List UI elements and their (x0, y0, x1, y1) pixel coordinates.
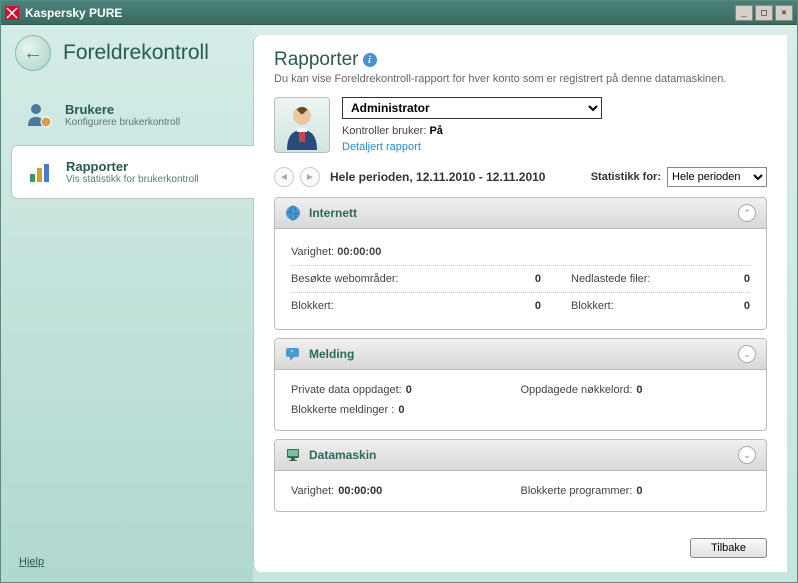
footer: Tilbake (690, 538, 767, 558)
nav-item-subtitle: Konfigurere brukerkontroll (65, 117, 180, 128)
status-label: Kontroller bruker: (342, 125, 426, 137)
period-text: Hele perioden, 12.11.2010 - 12.11.2010 (330, 170, 545, 184)
globe-icon (285, 205, 301, 221)
status-value: På (429, 125, 442, 137)
duration-label: Varighet: 00:00:00 (291, 246, 491, 258)
section-header-left: Internett (285, 205, 357, 221)
monitor-icon (285, 447, 301, 463)
info-icon[interactable]: i (363, 53, 377, 67)
page-title: Rapporter (274, 49, 359, 71)
blocked-msg-label: Blokkerte meldinger : (291, 404, 394, 416)
section-body: Private data oppdaget: 0 Oppdagede nøkke… (275, 370, 766, 430)
page-description: Du kan vise Foreldrekontroll-rapport for… (274, 73, 767, 85)
minimize-button[interactable]: _ (735, 5, 753, 21)
sidebar-item-users[interactable]: Brukere Konfigurere brukerkontroll (11, 89, 253, 141)
section-header: Datamaskin ⌄ (275, 440, 766, 471)
keywords-label: Oppdagede nøkkelord: (521, 384, 633, 396)
section-header-left: " Melding (285, 346, 354, 362)
stat-for-label: Statistikk for: (591, 171, 661, 183)
back-footer-button[interactable]: Tilbake (690, 538, 767, 558)
user-row: Administrator Kontroller bruker: På Deta… (274, 97, 767, 153)
app-window: Kaspersky PURE _ □ ✕ ← Foreldrekontroll … (0, 0, 798, 583)
period-nav: ◄ ► Hele perioden, 12.11.2010 - 12.11.20… (274, 167, 545, 187)
blocked-value: 0 (491, 300, 541, 312)
period-next-button[interactable]: ► (300, 167, 320, 187)
collapse-button[interactable]: ⌃ (738, 204, 756, 222)
blocked-msg-value: 0 (398, 404, 404, 416)
blocked-prog-label: Blokkerte programmer: (521, 485, 633, 497)
section-header: " Melding ⌄ (275, 339, 766, 370)
section-body: Varighet: 00:00:00 Besøkte webområder: 0… (275, 229, 766, 329)
downloads-value: 0 (701, 273, 750, 285)
stat-row: Besøkte webområder: 0 Nedlastede filer: … (291, 266, 750, 293)
titlebar: Kaspersky PURE _ □ ✕ (1, 1, 797, 25)
stat-row: Varighet: 00:00:00 (291, 239, 750, 266)
user-select[interactable]: Administrator (342, 97, 602, 119)
private-label: Private data oppdaget: (291, 384, 402, 396)
stat-row: Private data oppdaget: 0 Oppdagede nøkke… (291, 380, 750, 400)
private-value: 0 (406, 384, 412, 396)
collapse-button[interactable]: ⌄ (738, 345, 756, 363)
user-info: Administrator Kontroller bruker: På Deta… (342, 97, 767, 153)
titlebar-left: Kaspersky PURE (5, 6, 122, 20)
visited-value: 0 (491, 273, 541, 285)
chart-icon (24, 156, 56, 188)
nav-text: Rapporter Vis statistikk for brukerkontr… (66, 159, 199, 185)
period-bar: ◄ ► Hele perioden, 12.11.2010 - 12.11.20… (274, 167, 767, 187)
blocked-prog-value: 0 (636, 485, 642, 497)
period-prev-button[interactable]: ◄ (274, 167, 294, 187)
body: ← Foreldrekontroll Brukere Konfigurere b… (1, 25, 797, 582)
stat-row: Blokkert: 0 Blokkert: 0 (291, 293, 750, 319)
comp-duration-label: Varighet: (291, 485, 334, 497)
section-computer: Datamaskin ⌄ Varighet: 00:00:00 Blokkert… (274, 439, 767, 512)
window-title: Kaspersky PURE (25, 6, 122, 20)
app-logo-icon (5, 6, 19, 20)
help-link[interactable]: Hjelp (19, 556, 44, 568)
section-body: Varighet: 00:00:00 Blokkerte programmer:… (275, 471, 766, 511)
section-messaging: " Melding ⌄ Private data oppdaget: 0 Opp… (274, 338, 767, 431)
section-title: Melding (309, 347, 354, 361)
chat-icon: " (285, 346, 301, 362)
nav-item-title: Rapporter (66, 159, 199, 174)
section-internet: Internett ⌃ Varighet: 00:00:00 Besøkte w… (274, 197, 767, 330)
collapse-button[interactable]: ⌄ (738, 446, 756, 464)
window-controls: _ □ ✕ (735, 5, 793, 21)
arrow-left-icon: ← (23, 42, 43, 65)
downloads-label: Nedlastede filer: (541, 273, 701, 285)
keywords-value: 0 (636, 384, 642, 396)
section-title: Internett (309, 206, 357, 220)
blocked-label: Blokkert: (291, 300, 491, 312)
sidebar-item-reports[interactable]: Rapporter Vis statistikk for brukerkontr… (11, 145, 254, 199)
detail-report-link[interactable]: Detaljert rapport (342, 141, 421, 153)
visited-label: Besøkte webområder: (291, 273, 491, 285)
page-title-row: Rapporter i (274, 49, 767, 71)
stat-row: Blokkerte meldinger : 0 (291, 400, 750, 420)
blocked2-value: 0 (701, 300, 750, 312)
user-status: Kontroller bruker: På (342, 125, 767, 137)
period-select[interactable]: Hele perioden (667, 167, 767, 187)
page-header: Rapporter i Du kan vise Foreldrekontroll… (274, 49, 767, 85)
sidebar: ← Foreldrekontroll Brukere Konfigurere b… (1, 25, 253, 582)
breadcrumb: ← Foreldrekontroll (11, 35, 253, 71)
period-filter: Statistikk for: Hele perioden (591, 167, 767, 187)
back-button[interactable]: ← (15, 35, 51, 71)
comp-duration-value: 00:00:00 (338, 485, 382, 497)
nav-text: Brukere Konfigurere brukerkontroll (65, 102, 180, 128)
section-title: Foreldrekontroll (63, 41, 209, 65)
nav-item-title: Brukere (65, 102, 180, 117)
users-icon (23, 99, 55, 131)
close-button[interactable]: ✕ (775, 5, 793, 21)
avatar (274, 97, 330, 153)
nav-item-subtitle: Vis statistikk for brukerkontroll (66, 174, 199, 185)
section-title: Datamaskin (309, 448, 376, 462)
section-header-left: Datamaskin (285, 447, 376, 463)
blocked2-label: Blokkert: (541, 300, 701, 312)
section-header: Internett ⌃ (275, 198, 766, 229)
maximize-button[interactable]: □ (755, 5, 773, 21)
stat-row: Varighet: 00:00:00 Blokkerte programmer:… (291, 481, 750, 501)
main-panel: Rapporter i Du kan vise Foreldrekontroll… (253, 35, 787, 572)
